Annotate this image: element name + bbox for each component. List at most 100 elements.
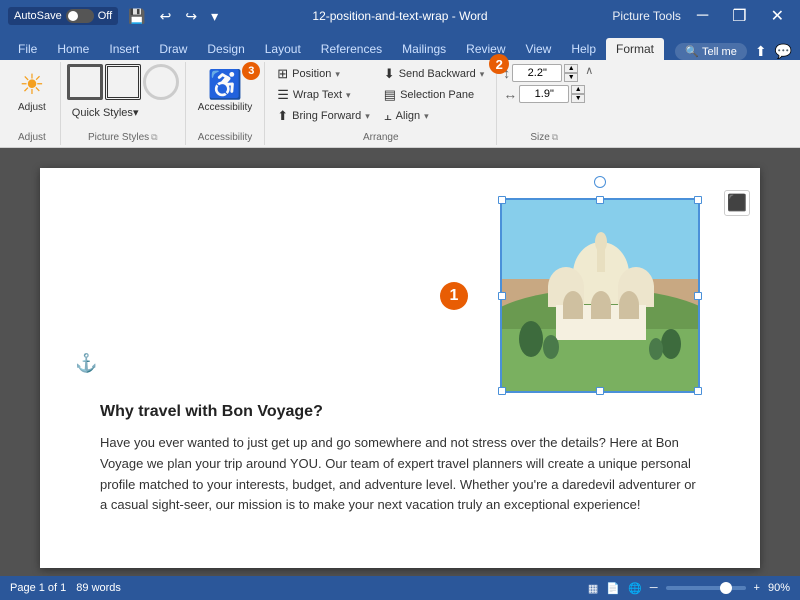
zoom-percent[interactable]: 90% <box>768 582 790 594</box>
bring-forward-dropdown-icon: ▾ <box>365 111 370 122</box>
minimize-button[interactable]: ─ <box>689 5 716 27</box>
titlebar-right: Picture Tools ─ ❐ ✕ <box>531 4 792 28</box>
style-thumb-1[interactable] <box>67 64 103 100</box>
picture-styles-label: Picture Styles ⧉ <box>67 130 179 143</box>
tab-view[interactable]: View <box>516 38 562 60</box>
web-view-icon[interactable]: 🌐 <box>628 582 642 595</box>
picture-styles-content: Quick Styles ▾ <box>67 64 179 130</box>
align-icon: ⫠ <box>384 108 392 124</box>
tab-format[interactable]: Format <box>606 38 664 60</box>
ribbon-tabs: File Home Insert Draw Design Layout Refe… <box>0 32 800 60</box>
zoom-slider[interactable] <box>666 586 746 590</box>
picture-styles-expand-icon[interactable]: ⧉ <box>151 132 157 143</box>
titlebar: AutoSave Off 💾 ↩ ↪ ▾ 12-position-and-tex… <box>0 0 800 32</box>
size-expand-icon[interactable]: ⧉ <box>552 132 558 143</box>
send-backward-button[interactable]: ⬇ Send Backward ▾ <box>378 64 490 84</box>
statusbar: Page 1 of 1 89 words ▦ 📄 🌐 ─ + 90% <box>0 576 800 600</box>
width-down[interactable]: ▼ <box>571 94 585 103</box>
height-down[interactable]: ▼ <box>564 73 578 82</box>
arrange-group: ⊞ Position ▾ ☰ Wrap Text ▾ ⬆ Bring Forwa… <box>265 62 497 145</box>
page-info: Page 1 of 1 <box>10 582 66 594</box>
position-dropdown-icon: ▾ <box>335 69 340 80</box>
styles-row <box>67 64 179 100</box>
layout-view-icon[interactable]: ▦ <box>588 582 598 595</box>
comment-icon[interactable]: 💬 <box>775 43 792 60</box>
more-button[interactable]: ▾ <box>207 6 222 27</box>
document-heading: Why travel with Bon Voyage? <box>100 403 700 421</box>
zoom-plus-button[interactable]: + <box>754 582 760 594</box>
selection-pane-label: Selection Pane <box>400 89 474 101</box>
wrap-text-dropdown-icon: ▾ <box>346 90 351 101</box>
accessibility-group-label: Accessibility <box>192 130 258 143</box>
selection-pane-button[interactable]: ▤ Selection Pane <box>378 85 490 105</box>
redo-button[interactable]: ↪ <box>181 6 201 27</box>
toggle-knob <box>68 11 78 21</box>
tell-me-input[interactable]: 🔍 Tell me <box>675 43 746 60</box>
anchor-icon: ⚓ <box>75 353 97 374</box>
align-button[interactable]: ⫠ Align ▾ <box>378 106 490 126</box>
arrange-content: ⊞ Position ▾ ☰ Wrap Text ▾ ⬆ Bring Forwa… <box>271 64 490 130</box>
collapse-ribbon-button[interactable]: ∧ <box>585 64 593 77</box>
read-view-icon[interactable]: 📄 <box>606 582 620 595</box>
adjust-group: ☀ Adjust Adjust <box>4 62 61 145</box>
tab-file[interactable]: File <box>8 38 47 60</box>
rotate-handle[interactable] <box>594 176 606 188</box>
wrap-text-label: Wrap Text <box>293 89 342 101</box>
document-title: 12-position-and-text-wrap - Word <box>312 9 487 23</box>
quick-styles-dropdown-icon: ▾ <box>133 106 139 119</box>
wrap-text-icon: ☰ <box>277 87 289 103</box>
autosave-box: AutoSave Off <box>8 7 118 25</box>
tab-mailings[interactable]: Mailings <box>392 38 456 60</box>
image-container[interactable]: 1 ⬛ <box>500 198 700 393</box>
align-label: Align <box>396 110 420 122</box>
position-button[interactable]: ⊞ Position ▾ <box>271 64 376 84</box>
image-placeholder[interactable] <box>500 198 700 393</box>
share-icon[interactable]: ⬆ <box>755 43 767 60</box>
bring-forward-button[interactable]: ⬆ Bring Forward ▾ <box>271 106 376 126</box>
restore-button[interactable]: ❐ <box>724 4 754 28</box>
tab-draw[interactable]: Draw <box>149 38 197 60</box>
height-input[interactable] <box>512 64 562 82</box>
width-row: ↔ ▲ ▼ <box>503 85 585 103</box>
tab-design[interactable]: Design <box>197 38 254 60</box>
adjust-button[interactable]: ☀ Adjust <box>10 64 54 117</box>
width-spin[interactable]: ▲ ▼ <box>571 85 585 103</box>
undo-button[interactable]: ↩ <box>156 6 176 27</box>
save-button[interactable]: 💾 <box>124 6 149 27</box>
size-group: ↕ 2 ▲ ▼ ↔ ▲ ▼ Si <box>497 62 591 145</box>
bring-forward-label: Bring Forward <box>292 110 361 122</box>
zoom-minus-button[interactable]: ─ <box>650 582 658 594</box>
wrap-text-button[interactable]: ☰ Wrap Text ▾ <box>271 85 376 105</box>
height-up[interactable]: ▲ <box>564 64 578 73</box>
ribbon-right: 🔍 Tell me ⬆ 💬 <box>675 43 792 60</box>
arrange-col-2: ⬇ Send Backward ▾ ▤ Selection Pane ⫠ Ali… <box>378 64 490 126</box>
status-right: ▦ 📄 🌐 ─ + 90% <box>588 582 790 595</box>
picture-styles-group: Quick Styles ▾ Picture Styles ⧉ <box>61 62 186 145</box>
width-up[interactable]: ▲ <box>571 85 585 94</box>
width-icon: ↔ <box>503 86 517 102</box>
adjust-label: Adjust <box>18 102 46 113</box>
tab-help[interactable]: Help <box>561 38 606 60</box>
picture-tools-label: Picture Tools <box>612 9 680 23</box>
style-thumb-2[interactable] <box>105 64 141 100</box>
accessibility-button[interactable]: 3 ♿ Accessibility <box>192 64 258 117</box>
wrap-layout-icon[interactable]: ⬛ <box>724 190 750 216</box>
autosave-toggle[interactable] <box>66 9 94 23</box>
tab-references[interactable]: References <box>311 38 392 60</box>
tab-layout[interactable]: Layout <box>255 38 311 60</box>
adjust-group-content: ☀ Adjust <box>10 64 54 130</box>
close-button[interactable]: ✕ <box>763 4 792 28</box>
width-input[interactable] <box>519 85 569 103</box>
send-backward-dropdown-icon: ▾ <box>480 69 485 80</box>
document-body[interactable]: Have you ever wanted to just get up and … <box>100 433 700 516</box>
style-thumb-3[interactable] <box>143 64 179 100</box>
tab-insert[interactable]: Insert <box>99 38 149 60</box>
titlebar-left: AutoSave Off 💾 ↩ ↪ ▾ <box>8 6 269 27</box>
accessibility-content: 3 ♿ Accessibility <box>192 64 258 130</box>
quick-styles-button[interactable]: Quick Styles ▾ <box>67 103 144 122</box>
tab-home[interactable]: Home <box>47 38 99 60</box>
arrange-group-label: Arrange <box>271 130 490 143</box>
send-backward-label: Send Backward <box>399 68 476 80</box>
size-col: ↕ 2 ▲ ▼ ↔ ▲ ▼ <box>503 64 585 103</box>
height-spin[interactable]: ▲ ▼ <box>564 64 578 82</box>
